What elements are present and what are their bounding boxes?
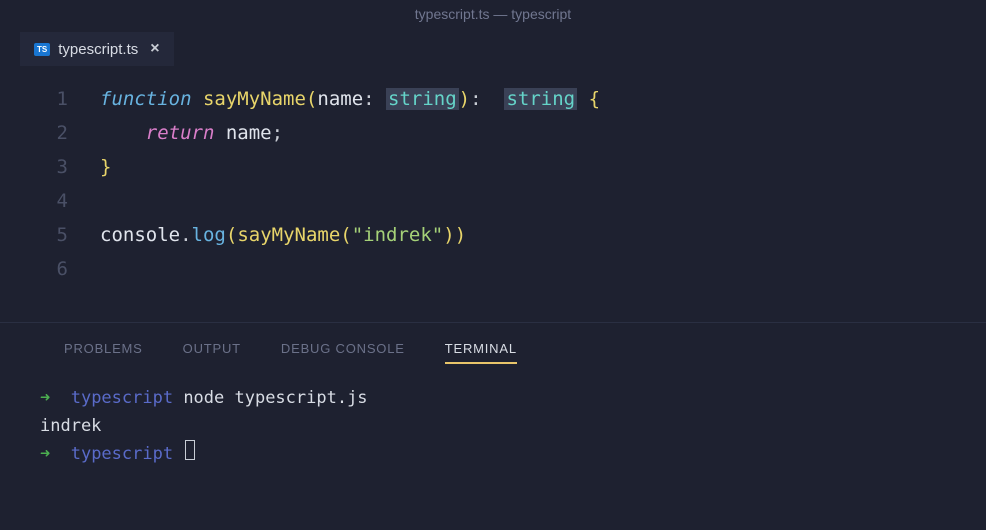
line-number: 1 <box>0 82 100 116</box>
tab-typescript[interactable]: TS typescript.ts × <box>20 32 174 66</box>
prompt-arrow-icon: ➜ <box>40 440 71 468</box>
code-line-5: 5 console.log(sayMyName("indrek")) <box>0 218 986 252</box>
prompt-dir: typescript <box>71 384 173 412</box>
line-number: 3 <box>0 150 100 184</box>
line-number: 4 <box>0 184 100 218</box>
terminal[interactable]: ➜ typescript node typescript.js indrek ➜… <box>20 374 966 478</box>
tab-problems[interactable]: PROBLEMS <box>64 341 143 364</box>
terminal-line: ➜ typescript node typescript.js <box>40 384 946 412</box>
terminal-command: node typescript.js <box>173 384 367 412</box>
line-number: 2 <box>0 116 100 150</box>
line-number: 6 <box>0 252 100 286</box>
terminal-output: indrek <box>40 412 101 440</box>
close-icon[interactable]: × <box>150 40 159 58</box>
tab-output[interactable]: OUTPUT <box>183 341 241 364</box>
code-line-6: 6 <box>0 252 986 286</box>
tab-label: typescript.ts <box>58 41 138 58</box>
code-line-3: 3 } <box>0 150 986 184</box>
title-bar: typescript.ts — typescript <box>0 0 986 28</box>
code-line-2: 2 return name; <box>0 116 986 150</box>
code-content: return name; <box>100 116 283 150</box>
terminal-line: ➜ typescript <box>40 440 946 468</box>
code-line-4: 4 <box>0 184 986 218</box>
code-content: console.log(sayMyName("indrek")) <box>100 218 466 252</box>
code-editor[interactable]: 1 function sayMyName(name: string): stri… <box>0 66 986 302</box>
panel-tabs: PROBLEMS OUTPUT DEBUG CONSOLE TERMINAL <box>20 323 966 374</box>
line-number: 5 <box>0 218 100 252</box>
tab-debug-console[interactable]: DEBUG CONSOLE <box>281 341 405 364</box>
code-content: } <box>100 150 111 184</box>
bottom-panel: PROBLEMS OUTPUT DEBUG CONSOLE TERMINAL ➜… <box>0 322 986 478</box>
tab-bar: TS typescript.ts × <box>0 28 986 66</box>
code-content: function sayMyName(name: string): string… <box>100 82 600 116</box>
prompt-dir: typescript <box>71 440 173 468</box>
code-line-1: 1 function sayMyName(name: string): stri… <box>0 82 986 116</box>
ts-icon: TS <box>34 43 50 56</box>
prompt-arrow-icon: ➜ <box>40 384 71 412</box>
window-title: typescript.ts — typescript <box>415 6 571 22</box>
cursor-icon <box>185 440 195 460</box>
tab-terminal[interactable]: TERMINAL <box>445 341 517 364</box>
terminal-line: indrek <box>40 412 946 440</box>
